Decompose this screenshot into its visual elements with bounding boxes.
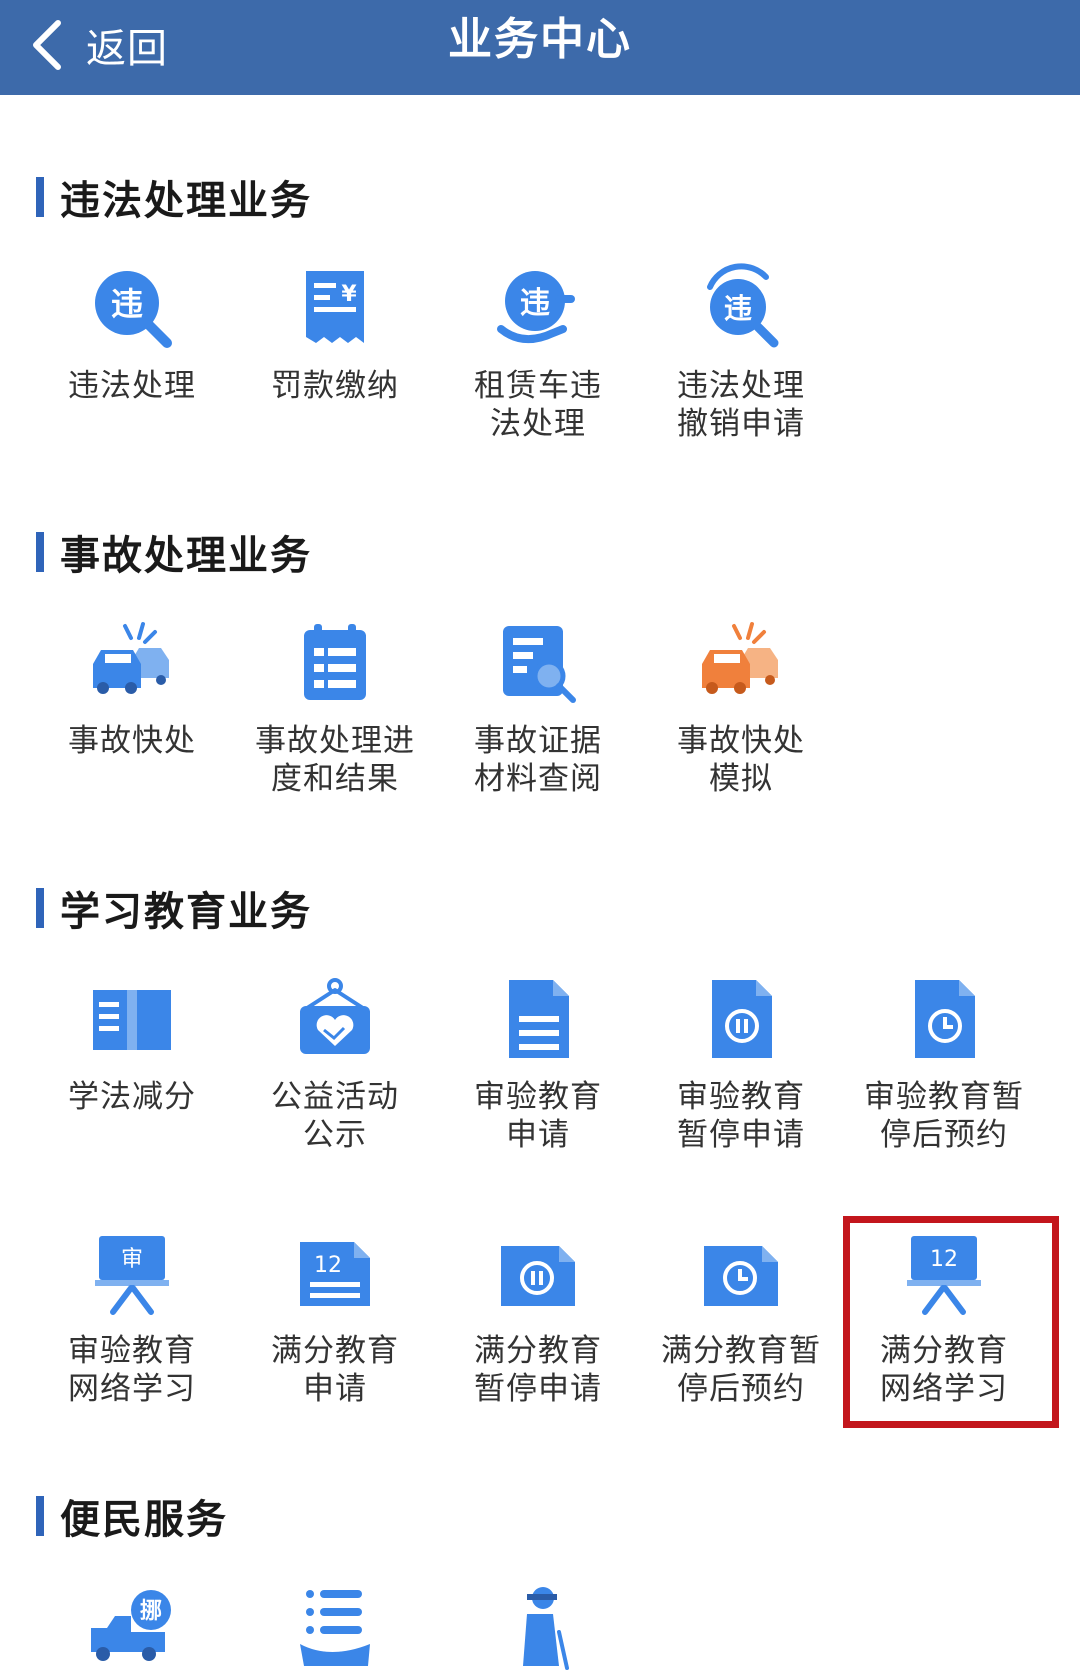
tile-label: 事故处理进 度和结果 <box>255 723 415 797</box>
document-pause-icon <box>696 974 786 1064</box>
tile-violation-handling[interactable]: 违 违法处理 <box>32 263 232 405</box>
tile-accident-quick[interactable]: 事故快处 <box>32 618 232 760</box>
document-search-icon <box>493 618 583 708</box>
tile-review-education-apply[interactable]: 审验教育 申请 <box>438 974 638 1154</box>
violation-revoke-icon: 违 <box>696 263 786 353</box>
tile-study-points[interactable]: 学法减分 <box>32 974 232 1116</box>
svg-text:违: 违 <box>724 292 752 325</box>
tile-rental-violation[interactable]: 违 租赁车违 法处理 <box>438 263 638 443</box>
card-clock-icon <box>696 1228 786 1318</box>
violation-search-icon: 违 <box>87 263 177 353</box>
tile-full-score-apply[interactable]: 12 满分教育 申请 <box>235 1228 435 1408</box>
tile-accident-evidence[interactable]: 事故证据 材料查阅 <box>438 618 638 798</box>
svg-text:12: 12 <box>314 1253 342 1278</box>
car-crash-icon <box>87 618 177 708</box>
tile-full-score-pause[interactable]: 满分教育 暂停申请 <box>438 1228 638 1408</box>
tile-label: 满分教育 暂停申请 <box>474 1333 602 1407</box>
fine-receipt-icon: ¥ <box>290 263 380 353</box>
tile-charity-activity[interactable]: 公益活动 公示 <box>235 974 435 1154</box>
tile-review-education-reserve[interactable]: 审验教育暂 停后预约 <box>844 974 1044 1154</box>
open-book-icon <box>87 974 177 1064</box>
tile-fine-payment[interactable]: ¥ 罚款缴纳 <box>235 263 435 405</box>
tile-label: 审验教育 申请 <box>474 1079 602 1153</box>
section-title-accident: 事故处理业务 <box>36 530 312 579</box>
clipboard-list-icon <box>290 618 380 708</box>
svg-text:违: 违 <box>111 285 143 323</box>
document-lines-icon <box>493 974 583 1064</box>
tile-move-vehicle[interactable]: 挪 <box>32 1582 232 1672</box>
document-12-icon: 12 <box>290 1228 380 1318</box>
tile-accident-progress[interactable]: 事故处理进 度和结果 <box>235 618 435 798</box>
tile-label: 公益活动 公示 <box>271 1079 399 1153</box>
svg-text:挪: 挪 <box>140 1599 162 1624</box>
tile-full-score-reserve[interactable]: 满分教育暂 停后预约 <box>641 1228 841 1408</box>
tile-label: 审验教育 暂停申请 <box>677 1079 805 1153</box>
tile-label: 违法处理 <box>68 368 196 404</box>
highlight-box <box>843 1216 1059 1428</box>
elderly-person-icon <box>493 1582 583 1672</box>
tow-truck-icon: 挪 <box>87 1582 177 1672</box>
tile-label: 审验教育暂 停后预约 <box>864 1079 1024 1153</box>
tile-label: 事故快处 <box>68 723 196 759</box>
tile-label: 罚款缴纳 <box>271 368 399 404</box>
page-title: 业务中心 <box>448 14 632 65</box>
tile-label: 违法处理 撤销申请 <box>677 368 805 442</box>
tile-service-list[interactable] <box>235 1582 435 1672</box>
svg-text:¥: ¥ <box>341 282 357 307</box>
svg-text:违: 违 <box>520 286 550 321</box>
section-title-violation: 违法处理业务 <box>36 175 312 224</box>
tile-violation-revoke[interactable]: 违 违法处理 撤销申请 <box>641 263 841 443</box>
rental-violation-icon: 违 <box>493 263 583 353</box>
list-hand-icon <box>290 1582 380 1672</box>
tile-review-education-online[interactable]: 审 审验教育 网络学习 <box>32 1228 232 1408</box>
tile-accident-simulation[interactable]: 事故快处 模拟 <box>641 618 841 798</box>
section-title-convenience: 便民服务 <box>36 1494 228 1543</box>
tile-elderly-service[interactable] <box>438 1582 638 1672</box>
header-bar: 返回 业务中心 <box>0 0 1080 95</box>
tile-label: 租赁车违 法处理 <box>474 368 602 442</box>
tile-label: 事故证据 材料查阅 <box>474 723 602 797</box>
board-shen-icon: 审 <box>87 1228 177 1318</box>
document-clock-icon <box>899 974 989 1064</box>
tile-review-education-pause[interactable]: 审验教育 暂停申请 <box>641 974 841 1154</box>
tile-label: 事故快处 模拟 <box>677 723 805 797</box>
tile-label: 满分教育暂 停后预约 <box>661 1333 821 1407</box>
tile-label: 学法减分 <box>68 1079 196 1115</box>
svg-text:审: 审 <box>121 1247 143 1272</box>
card-pause-icon <box>493 1228 583 1318</box>
section-title-education: 学习教育业务 <box>36 886 312 935</box>
charity-heart-icon <box>290 974 380 1064</box>
tile-label: 满分教育 申请 <box>271 1333 399 1407</box>
tile-label: 审验教育 网络学习 <box>68 1333 196 1407</box>
car-crash-orange-icon <box>696 618 786 708</box>
